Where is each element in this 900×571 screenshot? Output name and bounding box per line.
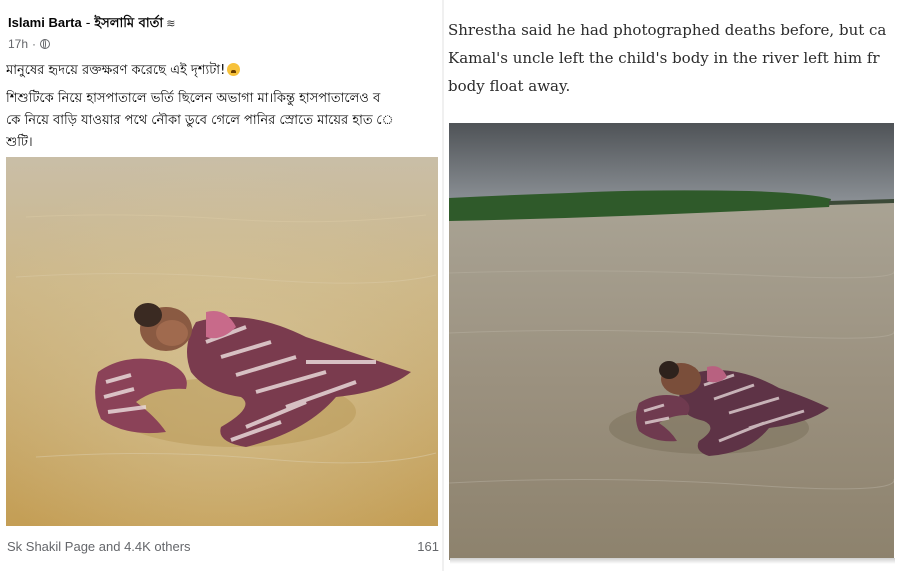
post-time[interactable]: 17h xyxy=(8,37,28,51)
post-photo[interactable] xyxy=(6,157,438,526)
post-text-line-3: কে নিয়ে বাড়ি যাওয়ার পথে নৌকা ডুবে গেল… xyxy=(6,113,394,128)
news-article: Shrestha said he had photographed deaths… xyxy=(444,0,900,571)
article-line-3: body float away. xyxy=(448,77,571,95)
post-stats: Sk Shakil Page and 4.4K others 161 xyxy=(7,539,441,554)
article-text: Shrestha said he had photographed deaths… xyxy=(448,16,900,100)
wave-icon: ≋ xyxy=(166,17,176,30)
header-separator: - xyxy=(85,16,91,31)
post-photo-image xyxy=(6,157,438,526)
comment-count[interactable]: 161 xyxy=(417,539,441,554)
post-header: Islami Barta - ইসলামি বার্তা ≋ xyxy=(8,14,175,35)
meta-dot: · xyxy=(32,37,37,51)
post-text: মানুষের হৃদয়ে রক্তক্ষরণ করেছে এই দৃশ্যট… xyxy=(6,60,442,154)
reactions-summary[interactable]: Sk Shakil Page and 4.4K others xyxy=(7,539,191,554)
post-text-line-2: শিশুটিকে নিয়ে হাসপাতালে ভর্তি ছিলেন অভা… xyxy=(6,91,381,106)
article-line-2: Kamal's uncle left the child's body in t… xyxy=(448,49,880,67)
article-photo-image xyxy=(449,123,894,560)
sad-face-icon xyxy=(227,63,241,76)
article-line-1: Shrestha said he had photographed deaths… xyxy=(448,21,887,39)
article-photo[interactable] xyxy=(449,123,894,560)
post-text-line-4: শুটি। xyxy=(6,135,33,150)
facebook-post: Islami Barta - ইসলামি বার্তা ≋ 17h · মানুষে… xyxy=(0,0,442,571)
globe-icon[interactable] xyxy=(40,39,51,49)
post-meta: 17h · xyxy=(8,37,51,51)
page-name-link[interactable]: Islami Barta xyxy=(8,15,82,30)
photo-shadow xyxy=(450,558,895,564)
page-name-bangla[interactable]: ইসলামি বার্তা xyxy=(94,16,163,31)
post-text-line-1: মানুষের হৃদয়ে রক্তক্ষরণ করেছে এই দৃশ্যট… xyxy=(6,63,226,78)
